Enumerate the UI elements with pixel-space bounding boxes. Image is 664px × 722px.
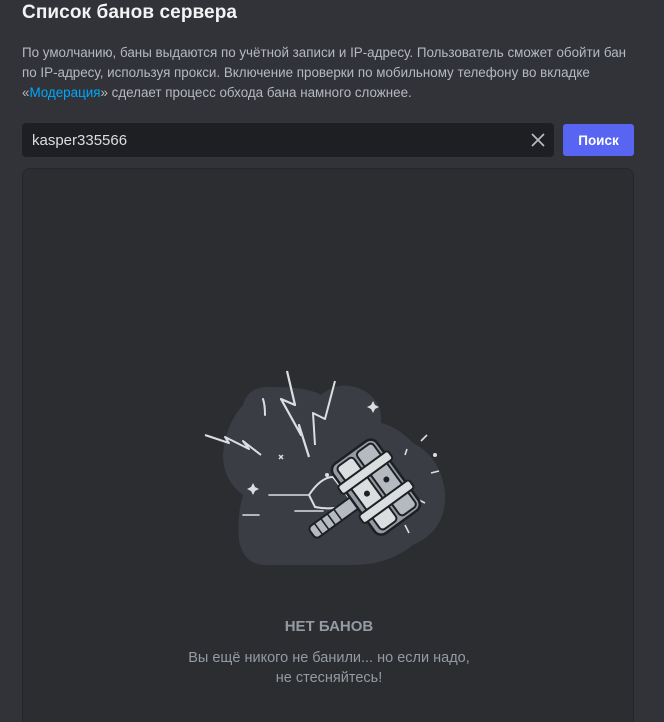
- empty-state-line-1: Вы ещё никого не банили... но если надо,: [188, 650, 470, 666]
- ban-hammer-illustration: [204, 370, 446, 565]
- description-text-after: » сделает процесс обхода бана намного сл…: [100, 85, 412, 100]
- dot-1: [325, 473, 329, 477]
- tick-1: [420, 434, 428, 442]
- page-title: Список банов сервера: [22, 2, 238, 23]
- dot-2: [433, 453, 437, 457]
- ban-list-panel: НЕТ БАНОВ Вы ещё никого не банили... но …: [22, 168, 634, 722]
- clear-search-button[interactable]: [528, 130, 548, 150]
- search-input[interactable]: [22, 123, 512, 157]
- description: По умолчанию, баны выдаются по учётной з…: [22, 43, 634, 103]
- ban-list-page: Список банов сервера По умолчанию, баны …: [0, 0, 664, 722]
- moderation-link[interactable]: Модерация: [29, 85, 100, 100]
- search-button[interactable]: Поиск: [563, 124, 634, 156]
- close-icon: [531, 133, 545, 147]
- search-box: [22, 123, 554, 157]
- empty-state-subtitle: Вы ещё никого не банили... но если надо,…: [23, 648, 635, 688]
- empty-state-title: НЕТ БАНОВ: [284, 618, 374, 635]
- empty-state-line-2: не стесняйтесь!: [275, 670, 383, 686]
- search-row: Поиск: [22, 123, 634, 157]
